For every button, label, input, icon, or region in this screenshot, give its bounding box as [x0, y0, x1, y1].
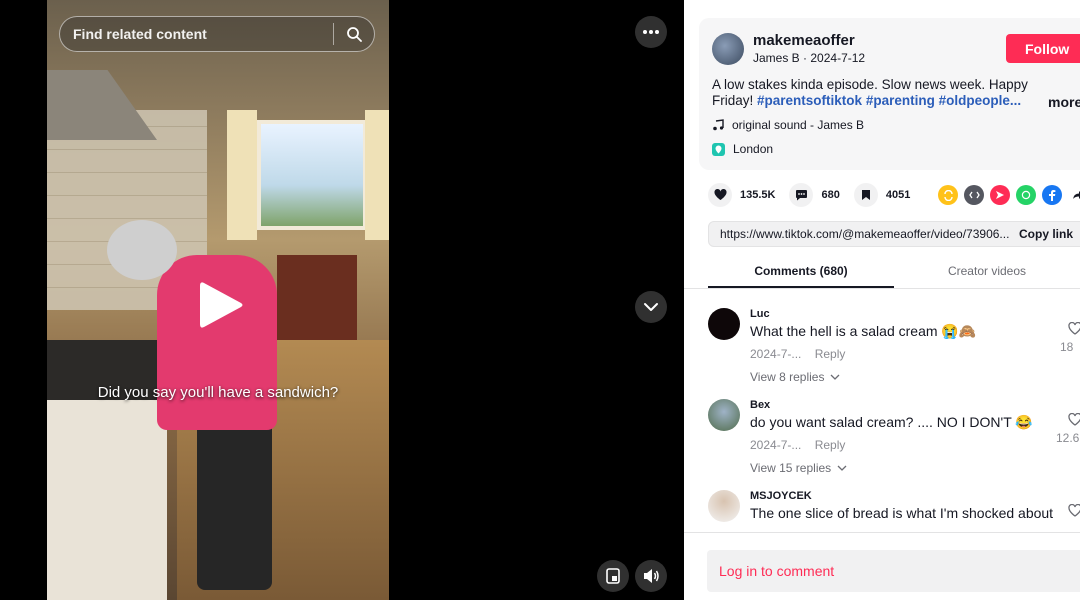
tab-creator-videos[interactable]: Creator videos [894, 256, 1080, 288]
author-subline: James B · 2024-7-12 [753, 51, 865, 65]
comment-footer: Log in to comment [684, 532, 1080, 600]
video-description: A low stakes kinda episode. Slow news we… [712, 77, 1032, 109]
share-arrow-icon[interactable] [1068, 185, 1080, 205]
tabs-divider [684, 288, 1080, 289]
login-to-comment-box[interactable]: Log in to comment [707, 550, 1080, 592]
location-chip[interactable]: London [712, 139, 773, 159]
chevron-down-icon [837, 465, 847, 471]
next-video-button[interactable] [635, 291, 667, 323]
video-url: https://www.tiktok.com/@makemeaoffer/vid… [720, 227, 1009, 241]
speaker-icon [644, 569, 659, 583]
sound-link[interactable]: original sound - James B [712, 118, 864, 132]
video-player-area: Find related content Did you say you'll … [0, 0, 684, 600]
commenter-avatar[interactable] [708, 308, 740, 340]
sound-name: original sound - James B [732, 118, 865, 132]
play-icon[interactable] [198, 279, 244, 331]
curtain-left [227, 110, 257, 240]
like-count: 135.5K [740, 189, 776, 201]
volume-button[interactable] [635, 560, 667, 592]
view-replies-button[interactable]: View 8 replies [750, 370, 840, 384]
author-nickname: James B [753, 51, 800, 65]
login-to-comment-link[interactable]: Log in to comment [719, 563, 834, 579]
comment-list[interactable]: Luc What the hell is a salad cream 😭🙈 20… [684, 290, 1080, 532]
range-hood [47, 70, 157, 140]
comment-tabs: Comments (680) Creator videos [708, 256, 1080, 288]
side-panel: makemeaoffer James B · 2024-7-12 Follow … [684, 0, 1080, 600]
mini-player-button[interactable] [597, 560, 629, 592]
comment-like-count: 12.6 [1056, 431, 1080, 445]
heart-icon [708, 183, 732, 207]
comment-item: Bex do you want salad cream? .... NO I D… [708, 399, 1080, 489]
comment-meta: 2024-7-... Reply [750, 438, 845, 452]
hashtag-link[interactable]: #oldpeople... [939, 93, 1022, 108]
hashtag-link[interactable]: #parenting [866, 93, 935, 108]
comment-bubble-icon [789, 183, 814, 207]
commenter-name[interactable]: Bex [750, 399, 770, 411]
comment-text: What the hell is a salad cream 😭🙈 [750, 323, 977, 339]
related-search-bar[interactable]: Find related content [59, 16, 375, 52]
location-pin-icon [712, 142, 725, 156]
commenter-avatar[interactable] [708, 490, 740, 522]
reply-button[interactable]: Reply [815, 438, 846, 452]
person-legs [197, 420, 272, 590]
author-username[interactable]: makemeaoffer [753, 32, 855, 49]
more-link[interactable]: more [1048, 94, 1080, 110]
comment-item: MSJOYCEK The one slice of bread is what … [708, 490, 1080, 532]
comment-text: The one slice of bread is what I'm shock… [750, 505, 1054, 521]
facebook-icon[interactable] [1042, 185, 1062, 205]
share-icons [938, 185, 1080, 205]
author-avatar[interactable] [712, 33, 744, 65]
post-date: 2024-7-12 [810, 51, 866, 65]
copy-link-button[interactable]: Copy link [1009, 227, 1073, 241]
comment-like-count: 18 [1060, 340, 1074, 354]
send-icon[interactable] [990, 185, 1010, 205]
save-button[interactable]: 4051 [853, 183, 911, 207]
like-button[interactable]: 135.5K [708, 183, 775, 207]
more-options-button[interactable] [635, 16, 667, 48]
music-note-icon [713, 119, 724, 131]
embed-icon[interactable] [964, 185, 984, 205]
commenter-name[interactable]: MSJOYCEK [750, 490, 812, 502]
bookmark-icon [853, 183, 878, 207]
comment-date: 2024-7-... [750, 347, 802, 361]
engagement-bar: 135.5K 680 4051 [708, 183, 924, 207]
hashtag-link[interactable]: #parentsoftiktok [757, 93, 862, 108]
comment-item: Luc What the hell is a salad cream 😭🙈 20… [708, 308, 1080, 398]
comment-meta: 2024-7-... Reply [750, 347, 845, 361]
whatsapp-icon[interactable] [1016, 185, 1036, 205]
video-caption: Did you say you'll have a sandwich? [97, 384, 339, 401]
commenter-avatar[interactable] [708, 399, 740, 431]
person-head [107, 220, 177, 280]
kitchen-window [257, 120, 367, 230]
comment-button[interactable]: 680 [789, 183, 840, 207]
search-placeholder[interactable]: Find related content [60, 26, 333, 42]
curtain-right [365, 110, 389, 240]
comment-date: 2024-7-... [750, 438, 802, 452]
location-name: London [733, 142, 774, 156]
tab-comments[interactable]: Comments (680) [708, 256, 894, 288]
view-replies-button[interactable]: View 15 replies [750, 461, 847, 475]
comment-count: 680 [821, 189, 840, 201]
mini-player-icon [606, 568, 620, 584]
chevron-down-icon [831, 374, 840, 380]
heart-outline-icon[interactable] [1068, 322, 1080, 335]
commenter-name[interactable]: Luc [750, 308, 770, 320]
copy-link-bar: https://www.tiktok.com/@makemeaoffer/vid… [708, 221, 1080, 247]
heart-outline-icon[interactable] [1068, 504, 1080, 517]
follow-button[interactable]: Follow [1006, 34, 1080, 63]
heart-outline-icon[interactable] [1068, 413, 1080, 426]
counter [47, 400, 167, 600]
view-replies-label: View 15 replies [750, 461, 832, 475]
cabinet [277, 255, 357, 350]
comment-text: do you want salad cream? .... NO I DON'T… [750, 414, 1033, 430]
save-count: 4051 [885, 189, 911, 201]
chevron-down-icon [644, 303, 658, 311]
repost-icon[interactable] [938, 185, 958, 205]
view-replies-label: View 8 replies [750, 370, 825, 384]
search-icon[interactable] [334, 26, 374, 42]
ellipsis-icon [643, 30, 659, 34]
author-card: makemeaoffer James B · 2024-7-12 Follow … [699, 18, 1080, 170]
reply-button[interactable]: Reply [815, 347, 846, 361]
